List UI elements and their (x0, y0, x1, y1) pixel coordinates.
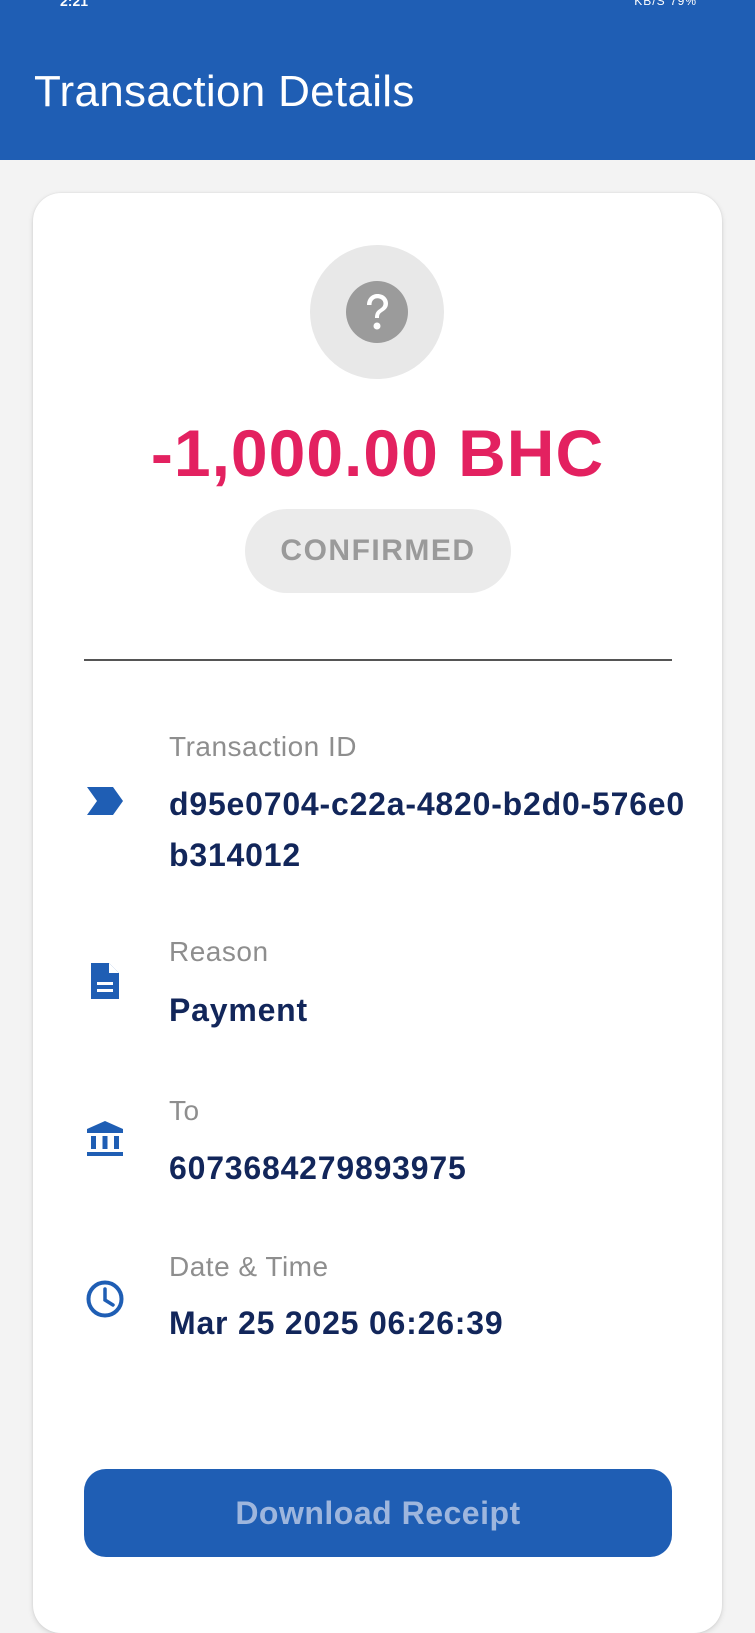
status-indicators: KB/S 79% (634, 0, 697, 8)
reason-value: Payment (169, 992, 308, 1028)
status-time: 2:21 (60, 0, 89, 9)
document-icon (91, 963, 119, 999)
status-badge: CONFIRMED (245, 509, 511, 593)
transaction-amount: -1,000.00 BHC (150, 416, 605, 490)
label-tag-icon (87, 787, 123, 815)
date-time-value: Mar 25 2025 06:26:39 (169, 1305, 504, 1341)
transaction-card: -1,000.00 BHC CONFIRMED Transaction ID d… (33, 193, 722, 1633)
battery-level: 79% (669, 0, 697, 8)
clock-icon (86, 1280, 124, 1318)
network-speed: KB/S (634, 0, 666, 8)
status-bar: 2:21 KB/S 79% (0, 0, 755, 14)
download-receipt-button[interactable]: Download Receipt (84, 1469, 672, 1557)
app-bar: 2:21 KB/S 79% Transaction Details (0, 0, 755, 160)
transaction-id-label: Transaction ID (169, 731, 358, 762)
divider (84, 659, 672, 661)
to-label: To (169, 1095, 200, 1126)
reason-label: Reason (169, 936, 269, 967)
transaction-id-value: d95e0704-c22a-4820-b2d0-576e0b314012 (169, 786, 685, 873)
question-mark-icon (346, 281, 408, 343)
page-title: Transaction Details (34, 67, 415, 116)
status-icon-container (310, 245, 444, 379)
date-time-label: Date & Time (169, 1251, 329, 1282)
bank-icon (87, 1121, 123, 1156)
to-value: 6073684279893975 (169, 1150, 467, 1186)
